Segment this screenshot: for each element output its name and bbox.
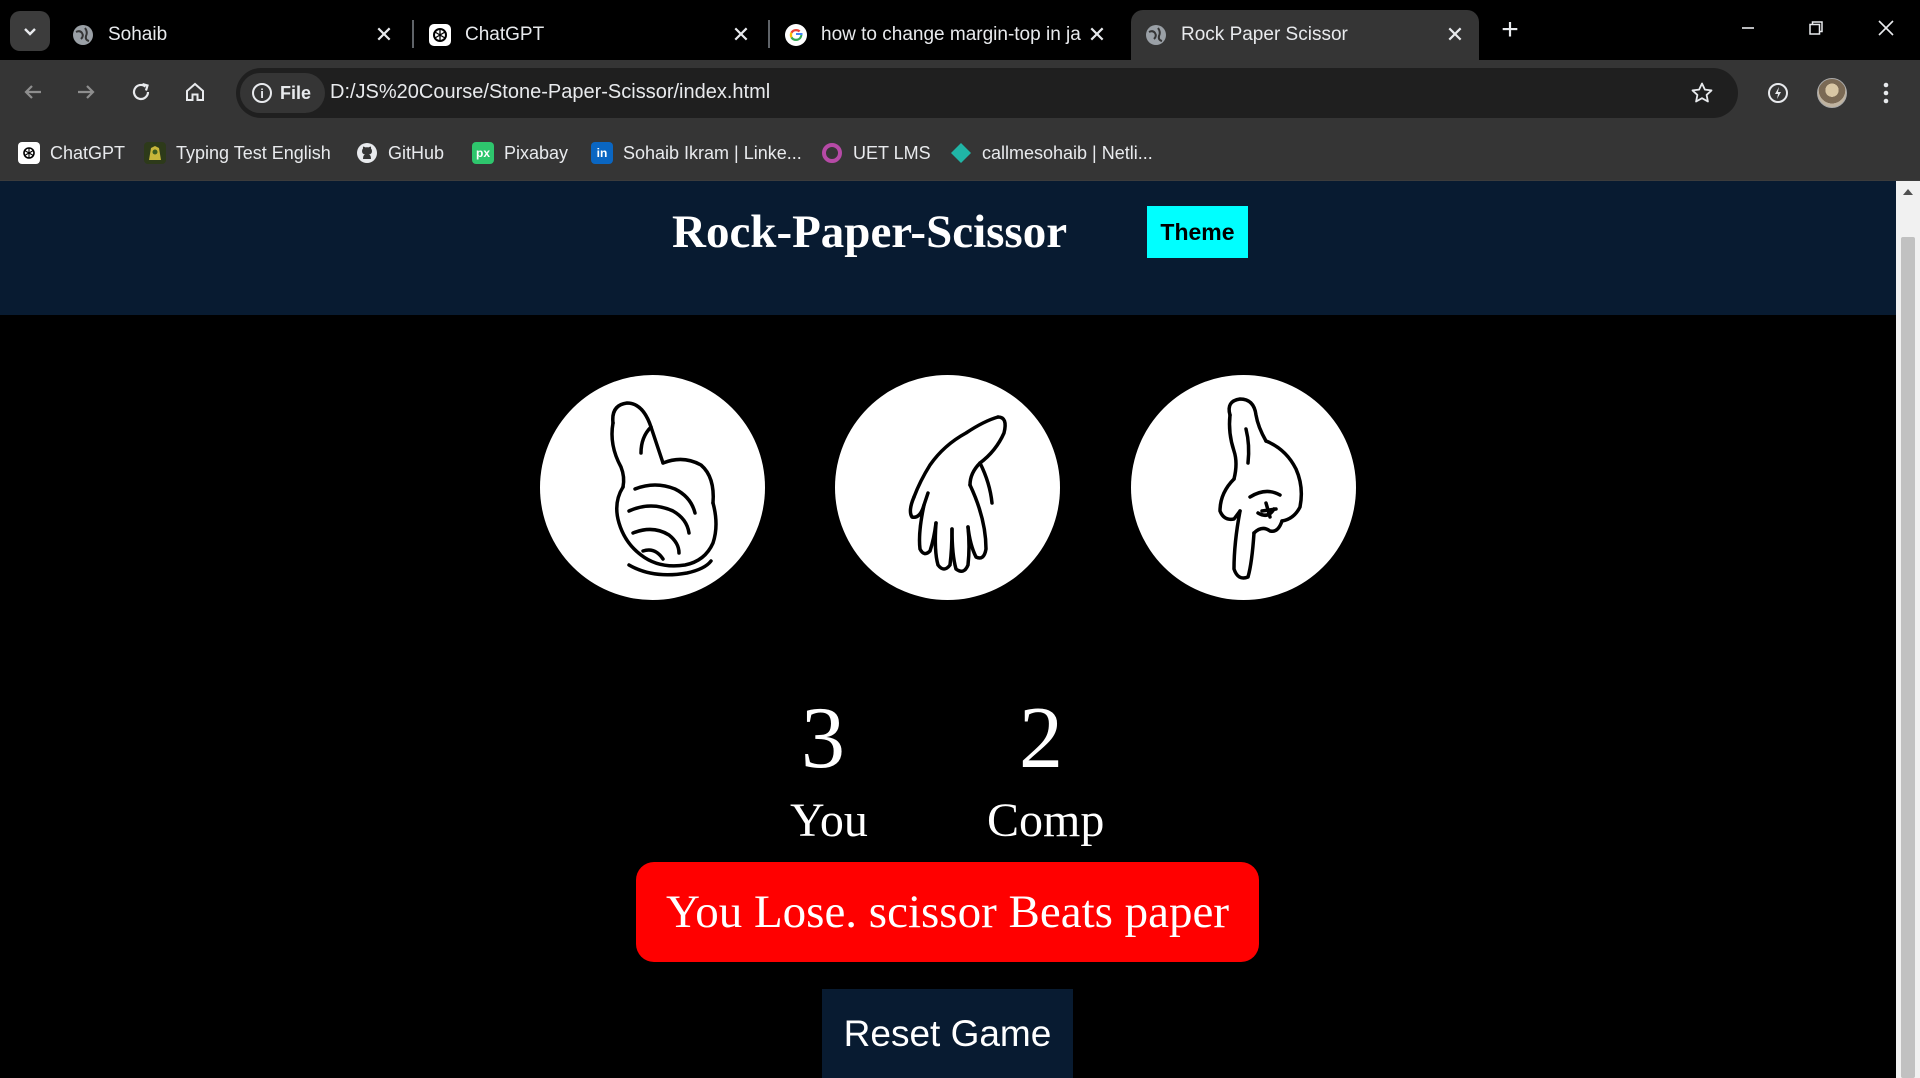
page-title: Rock-Paper-Scissor bbox=[672, 206, 1068, 258]
pixabay-icon: px bbox=[472, 142, 494, 164]
user-score-label: You bbox=[790, 794, 868, 847]
site-header: Rock-Paper-Scissor Theme bbox=[0, 181, 1896, 315]
close-icon[interactable]: ✕ bbox=[1441, 21, 1469, 49]
page-viewport: Rock-Paper-Scissor Theme 3 2 You Comp Yo… bbox=[0, 181, 1896, 1078]
user-score: 3 bbox=[801, 690, 845, 787]
bookmark-label: Typing Test English bbox=[176, 142, 331, 163]
performance-button[interactable] bbox=[1758, 73, 1798, 113]
browser-toolbar: i File D:/JS%20Course/Stone-Paper-Scisso… bbox=[0, 60, 1920, 125]
info-icon: i bbox=[252, 83, 272, 103]
close-icon bbox=[1878, 20, 1894, 36]
forward-button[interactable] bbox=[66, 72, 106, 112]
bookmark-label: Sohaib Ikram | Linke... bbox=[623, 142, 802, 163]
linkedin-icon: in bbox=[591, 142, 613, 164]
bookmark-label: Pixabay bbox=[504, 142, 569, 163]
bookmark-pixabay[interactable]: px Pixabay bbox=[472, 137, 568, 169]
globe-icon bbox=[72, 24, 94, 46]
new-tab-button[interactable]: + bbox=[1492, 12, 1528, 48]
close-icon[interactable]: ✕ bbox=[370, 21, 398, 49]
speedometer-bolt-icon bbox=[1768, 83, 1788, 103]
tab-chatgpt[interactable]: ChatGPT ✕ bbox=[415, 10, 765, 60]
home-icon bbox=[186, 82, 204, 101]
caret-up-icon bbox=[1903, 189, 1913, 195]
comp-score-label: Comp bbox=[987, 794, 1105, 847]
bookmark-label: callmesohaib | Netli... bbox=[982, 142, 1153, 163]
tab-search-button[interactable] bbox=[10, 11, 50, 51]
chatgpt-icon bbox=[18, 142, 40, 164]
tab-separator bbox=[412, 20, 414, 48]
back-button[interactable] bbox=[13, 72, 53, 112]
typing-icon bbox=[144, 142, 166, 164]
ring-icon bbox=[821, 142, 843, 164]
tab-sohaib[interactable]: Sohaib ✕ bbox=[58, 10, 408, 60]
close-window-button[interactable] bbox=[1856, 6, 1916, 50]
reload-icon bbox=[132, 82, 150, 101]
paper-hand-icon bbox=[908, 414, 1007, 573]
bookmark-uet-lms[interactable]: UET LMS bbox=[821, 137, 931, 169]
bookmark-label: ChatGPT bbox=[50, 142, 126, 163]
home-button[interactable] bbox=[175, 72, 215, 112]
bookmark-netlify[interactable]: callmesohaib | Netli... bbox=[950, 137, 1153, 169]
star-icon bbox=[1691, 82, 1713, 103]
globe-icon bbox=[1145, 24, 1167, 46]
kebab-menu-icon bbox=[1883, 82, 1889, 104]
arrow-left-icon bbox=[24, 85, 41, 99]
chevron-down-icon bbox=[24, 28, 36, 36]
github-icon bbox=[356, 142, 378, 164]
rock-hand-icon bbox=[609, 400, 718, 576]
bookmark-github[interactable]: GitHub bbox=[356, 137, 444, 169]
restore-button[interactable] bbox=[1786, 6, 1846, 50]
scrollbar-thumb[interactable] bbox=[1901, 237, 1915, 1078]
tab-rock-paper-scissor[interactable]: Rock Paper Scissor ✕ bbox=[1131, 10, 1479, 60]
close-icon[interactable]: ✕ bbox=[1083, 21, 1111, 49]
close-icon[interactable]: ✕ bbox=[727, 21, 755, 49]
chatgpt-icon bbox=[429, 24, 451, 46]
arrow-right-icon bbox=[78, 85, 95, 99]
bookmark-typing-test[interactable]: Typing Test English bbox=[144, 137, 331, 169]
minimize-icon bbox=[1742, 27, 1754, 29]
theme-button[interactable]: Theme bbox=[1147, 206, 1248, 258]
profile-button[interactable] bbox=[1812, 73, 1852, 113]
url-text[interactable]: D:/JS%20Course/Stone-Paper-Scissor/index… bbox=[330, 81, 770, 104]
minimize-button[interactable] bbox=[1718, 6, 1778, 50]
bookmark-label: UET LMS bbox=[853, 142, 931, 163]
tab-google-search[interactable]: how to change margin-top in ja ✕ bbox=[771, 10, 1121, 60]
restore-icon bbox=[1809, 21, 1823, 35]
site-info-chip[interactable]: i File bbox=[240, 73, 326, 113]
choice-paper[interactable] bbox=[835, 375, 1060, 600]
choice-rock[interactable] bbox=[540, 375, 765, 600]
tab-separator bbox=[768, 20, 770, 48]
choice-scissor[interactable] bbox=[1131, 375, 1356, 600]
bookmark-label: GitHub bbox=[388, 142, 445, 163]
tab-title: ChatGPT bbox=[465, 24, 545, 45]
tab-title: how to change margin-top in ja bbox=[821, 24, 1081, 45]
result-message: You Lose. scissor Beats paper bbox=[636, 862, 1259, 962]
tab-title: Sohaib bbox=[108, 24, 168, 45]
netlify-icon bbox=[950, 142, 972, 164]
scissor-hand-icon bbox=[1217, 396, 1303, 580]
address-bar[interactable]: i File D:/JS%20Course/Stone-Paper-Scisso… bbox=[236, 68, 1738, 118]
site-chip-label: File bbox=[280, 82, 312, 103]
scroll-up-button[interactable] bbox=[1896, 181, 1920, 203]
bookmark-star-button[interactable] bbox=[1686, 77, 1718, 109]
reset-game-button[interactable]: Reset Game bbox=[822, 989, 1073, 1078]
bookmark-linkedin[interactable]: in Sohaib Ikram | Linke... bbox=[591, 137, 802, 169]
reload-button[interactable] bbox=[121, 72, 161, 112]
bookmarks-bar: ChatGPT Typing Test English GitHub px Pi… bbox=[0, 125, 1920, 181]
page-scrollbar[interactable] bbox=[1896, 181, 1920, 1078]
google-icon bbox=[785, 24, 807, 46]
bookmark-chatgpt[interactable]: ChatGPT bbox=[18, 137, 125, 169]
avatar bbox=[1817, 78, 1847, 108]
tab-title: Rock Paper Scissor bbox=[1181, 24, 1348, 45]
comp-score: 2 bbox=[1019, 690, 1063, 787]
tab-strip: Sohaib ✕ ChatGPT ✕ how to change margin-… bbox=[0, 0, 1920, 60]
menu-button[interactable] bbox=[1866, 73, 1906, 113]
